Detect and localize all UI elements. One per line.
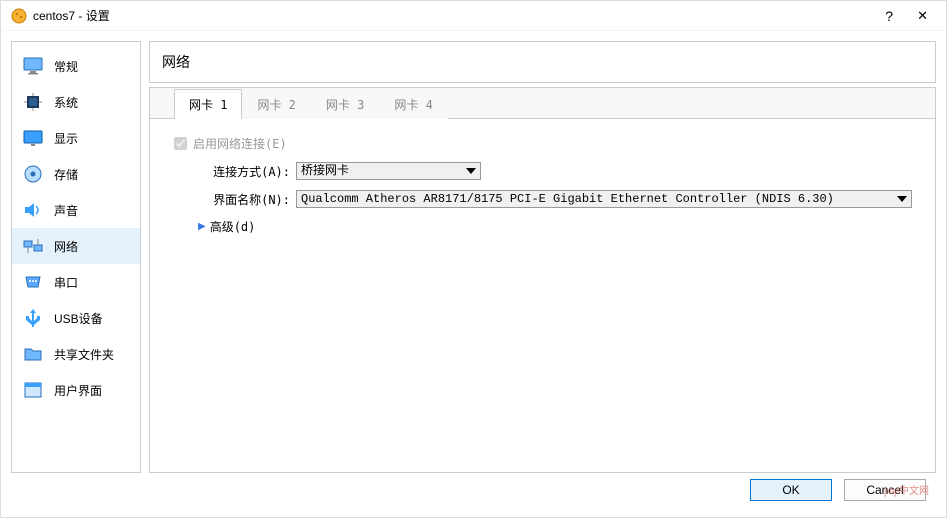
interface-name-label: 界面名称(N):: [190, 191, 290, 208]
category-sidebar: 常规 系统 显示 存储 声音: [11, 41, 141, 473]
sidebar-item-shared-folders[interactable]: 共享文件夹: [12, 336, 140, 372]
settings-window: centos7 - 设置 ? ✕ 常规 系统 显示: [0, 0, 947, 518]
triangle-right-icon: ▶: [198, 221, 206, 232]
window-title: centos7 - 设置: [33, 7, 869, 24]
tab-adapter-2[interactable]: 网卡 2: [242, 89, 310, 119]
app-icon: [11, 8, 27, 24]
dialog-buttons: OK Cancel php中文网: [11, 473, 936, 507]
disk-icon: [22, 163, 44, 185]
sidebar-item-display[interactable]: 显示: [12, 120, 140, 156]
chip-icon: [22, 91, 44, 113]
network-icon: [22, 235, 44, 257]
sidebar-item-serial[interactable]: 串口: [12, 264, 140, 300]
sidebar-item-network[interactable]: 网络: [12, 228, 140, 264]
ok-button[interactable]: OK: [750, 479, 832, 501]
tab-adapter-1[interactable]: 网卡 1: [174, 89, 242, 119]
adapter-panel: 启用网络连接(E) 连接方式(A): 桥接网卡 界面名称(N): Qualcom…: [150, 119, 935, 472]
sidebar-item-storage[interactable]: 存储: [12, 156, 140, 192]
tab-adapter-3[interactable]: 网卡 3: [311, 89, 379, 119]
enable-network-label: 启用网络连接(E): [193, 135, 287, 152]
advanced-expander[interactable]: ▶ 高级(d): [198, 218, 255, 235]
help-icon[interactable]: ?: [869, 8, 909, 24]
serial-icon: [22, 271, 44, 293]
folder-icon: [22, 343, 44, 365]
tab-adapter-4[interactable]: 网卡 4: [379, 89, 447, 119]
sidebar-item-usb[interactable]: USB设备: [12, 300, 140, 336]
display-icon: [22, 127, 44, 149]
adapter-tabs: 网卡 1 网卡 2 网卡 3 网卡 4: [150, 88, 935, 119]
sidebar-item-general[interactable]: 常规: [12, 48, 140, 84]
sidebar-item-user-interface[interactable]: 用户界面: [12, 372, 140, 408]
enable-network-checkbox[interactable]: [174, 137, 187, 150]
sidebar-item-audio[interactable]: 声音: [12, 192, 140, 228]
close-icon[interactable]: ✕: [909, 8, 936, 24]
titlebar: centos7 - 设置 ? ✕: [1, 1, 946, 31]
ui-icon: [22, 379, 44, 401]
interface-name-select[interactable]: Qualcomm Atheros AR8171/8175 PCI-E Gigab…: [296, 190, 912, 208]
cancel-button[interactable]: Cancel php中文网: [844, 479, 926, 501]
sidebar-item-system[interactable]: 系统: [12, 84, 140, 120]
usb-icon: [22, 307, 44, 329]
page-title: 网络: [149, 41, 936, 83]
speaker-icon: [22, 199, 44, 221]
attached-to-select[interactable]: 桥接网卡: [296, 162, 481, 180]
attached-to-label: 连接方式(A):: [190, 163, 290, 180]
monitor-icon: [22, 55, 44, 77]
